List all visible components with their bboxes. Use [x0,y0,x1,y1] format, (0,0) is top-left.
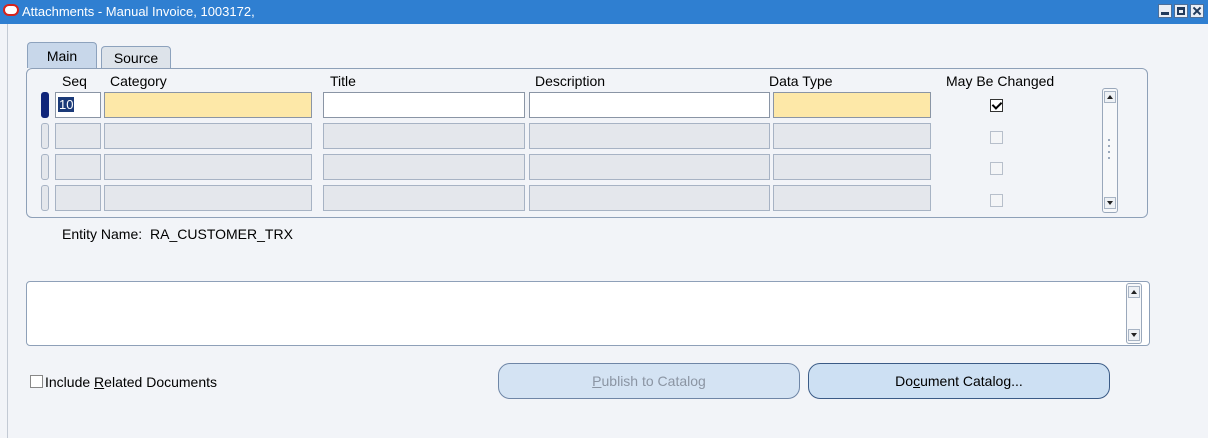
entity-name-value: RA_CUSTOMER_TRX [150,226,293,242]
description-field[interactable] [529,123,770,149]
seq-field[interactable] [55,154,101,180]
title-field[interactable] [323,123,525,149]
col-header-title: Title [330,73,356,89]
document-text-area[interactable] [26,281,1150,346]
row-indicator-current[interactable] [41,92,49,118]
table-scrollbar[interactable] [1102,88,1118,213]
include-related-documents-label[interactable]: Include Related Documents [45,374,217,390]
scroll-up-icon[interactable] [1104,91,1116,103]
col-header-data-type: Data Type [769,73,833,89]
seq-field[interactable] [55,185,101,211]
category-field[interactable] [104,154,312,180]
tab-source[interactable]: Source [101,46,171,68]
entity-name: Entity Name: RA_CUSTOMER_TRX [62,226,293,242]
may-be-changed-checkbox[interactable] [990,99,1003,112]
may-be-changed-checkbox[interactable] [990,131,1003,144]
text-area-scrollbar[interactable] [1126,283,1142,344]
row-indicator[interactable] [41,185,49,211]
scroll-down-icon[interactable] [1128,329,1140,341]
col-header-description: Description [535,73,606,89]
col-header-seq: Seq [62,73,87,89]
seq-field[interactable]: 10 [55,92,101,118]
title-field[interactable] [323,92,525,118]
close-icon[interactable] [1190,4,1204,18]
col-header-may-be-changed: May Be Changed [946,73,1055,89]
title-field[interactable] [323,185,525,211]
scroll-grip-icon [1108,145,1110,147]
data-type-field[interactable] [773,154,931,180]
include-related-documents-checkbox[interactable] [30,375,43,388]
seq-field[interactable] [55,123,101,149]
scroll-grip-icon [1108,151,1110,153]
maximize-icon[interactable] [1174,4,1188,18]
row-indicator[interactable] [41,154,49,180]
scroll-grip-icon [1108,139,1110,141]
scroll-grip-icon [1108,157,1110,159]
data-type-field[interactable] [773,185,931,211]
description-field[interactable] [529,185,770,211]
description-field[interactable] [529,154,770,180]
category-field[interactable] [104,185,312,211]
may-be-changed-checkbox[interactable] [990,162,1003,175]
oracle-logo-icon [3,4,19,16]
scroll-up-icon[interactable] [1128,286,1140,298]
window-title: Attachments - Manual Invoice, 1003172, [22,4,255,19]
entity-name-label: Entity Name: [62,226,143,242]
may-be-changed-checkbox[interactable] [990,194,1003,207]
document-catalog-button[interactable]: Document Catalog... [808,363,1110,399]
col-header-category: Category [110,73,167,89]
title-field[interactable] [323,154,525,180]
window-titlebar[interactable]: Attachments - Manual Invoice, 1003172, [0,0,1208,24]
category-field[interactable] [104,123,312,149]
data-type-field[interactable] [773,92,931,118]
scroll-down-icon[interactable] [1104,197,1116,209]
window-left-border [7,24,8,438]
row-indicator[interactable] [41,123,49,149]
data-type-field[interactable] [773,123,931,149]
category-field[interactable] [104,92,312,118]
tab-main[interactable]: Main [27,42,97,68]
publish-to-catalog-button[interactable]: Publish to Catalog [498,363,800,399]
description-field[interactable] [529,92,770,118]
minimize-icon[interactable] [1158,4,1172,18]
